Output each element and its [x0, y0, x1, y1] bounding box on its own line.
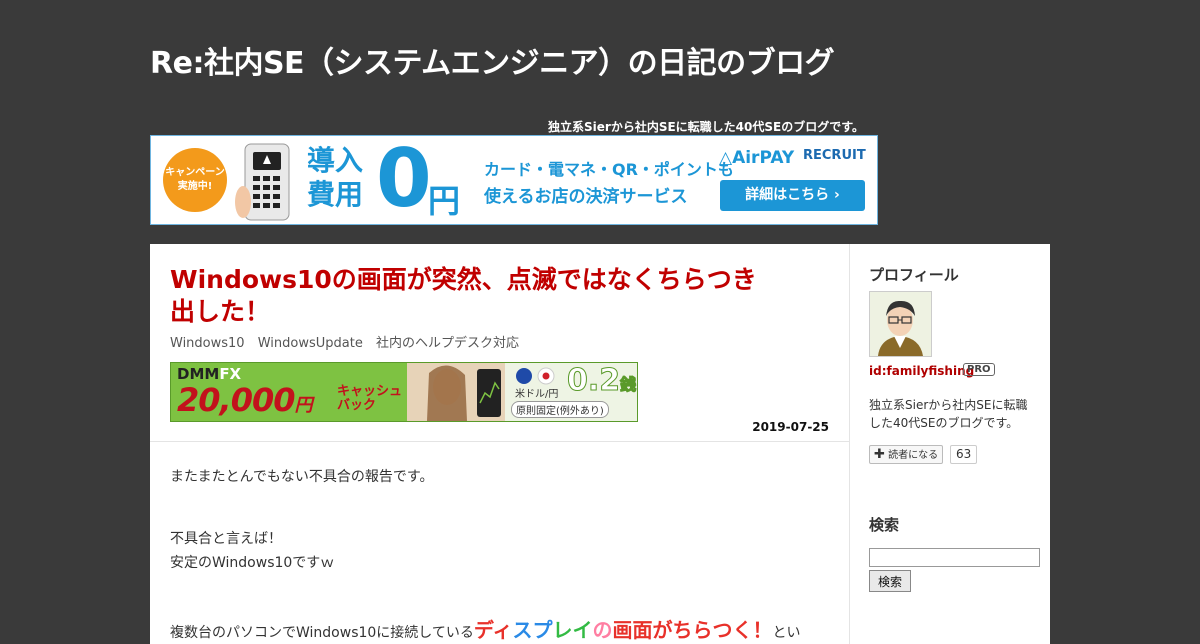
- highlight-text: の: [592, 618, 613, 642]
- fx-note: 原則固定(例外あり): [511, 401, 609, 418]
- fx-currency-pair: 米ドル/円: [515, 389, 559, 400]
- fx-ad-banner[interactable]: DMMFX 20,000円 キャッシュ バック 米ドル/円 0.2銭 原則固定(…: [170, 362, 638, 422]
- ad-line-2: 使えるお店の決済サービス: [484, 187, 688, 207]
- ad-line-1: カード・電マネ・QR・ポイントも: [484, 160, 734, 179]
- blog-description: 独立系Sierから社内SEに転職した40代SEのブログです。: [548, 120, 864, 134]
- fx-cash-line-2: バック: [337, 398, 377, 413]
- campaign-badge: キャンペーン 実施中!: [163, 148, 227, 212]
- search-input[interactable]: [869, 548, 1040, 567]
- pro-badge: PRO: [963, 363, 995, 376]
- flag-icons: [516, 367, 555, 385]
- ad-headline-2: 費用: [307, 178, 364, 211]
- profile-heading: プロフィール: [869, 266, 959, 284]
- highlight-text: ディ: [473, 618, 513, 642]
- body-text-segment: とい: [772, 625, 801, 641]
- highlight-text: レイ: [552, 618, 593, 642]
- recruit-logo: RECRUIT: [803, 148, 866, 163]
- follow-button[interactable]: ✚ 読者になる: [869, 445, 944, 464]
- body-paragraph: 安定のWindows10ですｗ: [170, 555, 335, 571]
- divider: [150, 441, 849, 442]
- campaign-line-1: キャンペーン: [165, 167, 225, 178]
- ad-headline-1: 導入: [307, 144, 364, 177]
- category-link[interactable]: WindowsUpdate: [258, 336, 363, 351]
- airpay-logo: △AirPAY: [719, 148, 794, 168]
- fx-spread-unit: 銭: [620, 375, 637, 395]
- fx-amount: 20,000円: [177, 381, 312, 419]
- top-ad-banner[interactable]: キャンペーン 実施中! 導入 費用 0 円 カード・電マネ・QR・ポイントも 使…: [150, 135, 878, 225]
- search-heading: 検索: [869, 516, 900, 534]
- main-content: Windows10の画面が突然、点滅ではなくちらつき出した！ Windows10…: [150, 244, 849, 644]
- sidebar: プロフィール id:familyfishing PRO 独立系Sierから社内S…: [850, 244, 1050, 644]
- campaign-line-2: 実施中!: [177, 181, 213, 192]
- avatar[interactable]: [869, 291, 932, 357]
- entry-date[interactable]: 2019-07-25: [752, 420, 829, 434]
- entry-categories: Windows10 WindowsUpdate 社内のヘルプデスク対応: [170, 332, 528, 351]
- profile-description: 独立系Sierから社内SEに転職した40代SEのブログです。: [869, 398, 1028, 430]
- follower-count[interactable]: 63: [950, 445, 978, 464]
- category-link[interactable]: 社内のヘルプデスク対応: [376, 336, 519, 351]
- highlight-text: プ: [532, 618, 553, 642]
- fx-cashback: キャッシュ バック: [337, 385, 402, 413]
- search-button[interactable]: 検索: [869, 570, 911, 592]
- ad-zero-price: 0: [376, 135, 432, 225]
- entry-title[interactable]: Windows10の画面が突然、点滅ではなくちらつき出した！: [170, 264, 760, 328]
- card-reader-illustration: [235, 143, 290, 221]
- ad-detail-button[interactable]: 詳細はこちら ›: [720, 180, 865, 211]
- body-paragraph: またまたとんでもない不具合の報告です。: [170, 469, 434, 485]
- airpay-label: AirPAY: [732, 148, 795, 168]
- ad-yen: 円: [428, 182, 461, 220]
- fx-spread-value: 0.2: [566, 363, 621, 399]
- fx-amount-unit: 円: [294, 395, 312, 416]
- plus-icon: ✚: [874, 447, 885, 462]
- fx-cash-line-1: キャッシュ: [337, 384, 403, 399]
- airpay-triangle-icon: △: [719, 148, 733, 168]
- fx-spread: 0.2銭: [566, 363, 637, 399]
- fx-amount-value: 20,000: [177, 381, 295, 419]
- model-photo: [407, 363, 507, 421]
- body-paragraph: 不具合と言えば！: [170, 531, 282, 547]
- blog-title[interactable]: Re:社内SE（システムエンジニア）の日記のブログ: [150, 38, 835, 82]
- profile-id-link[interactable]: id:familyfishing: [869, 364, 974, 378]
- body-text-segment: 複数台のパソコンでWindows10に接続している: [170, 625, 474, 641]
- highlight-text: ス: [512, 618, 533, 642]
- highlight-text: 画面がちらつく！: [612, 618, 773, 642]
- body-paragraph: 複数台のパソコンでWindows10に接続しているディスプレイの画面がちらつく！…: [170, 614, 801, 643]
- ad-headline: 導入 費用: [307, 144, 363, 212]
- follow-label: 読者になる: [888, 450, 939, 461]
- category-link[interactable]: Windows10: [170, 336, 245, 351]
